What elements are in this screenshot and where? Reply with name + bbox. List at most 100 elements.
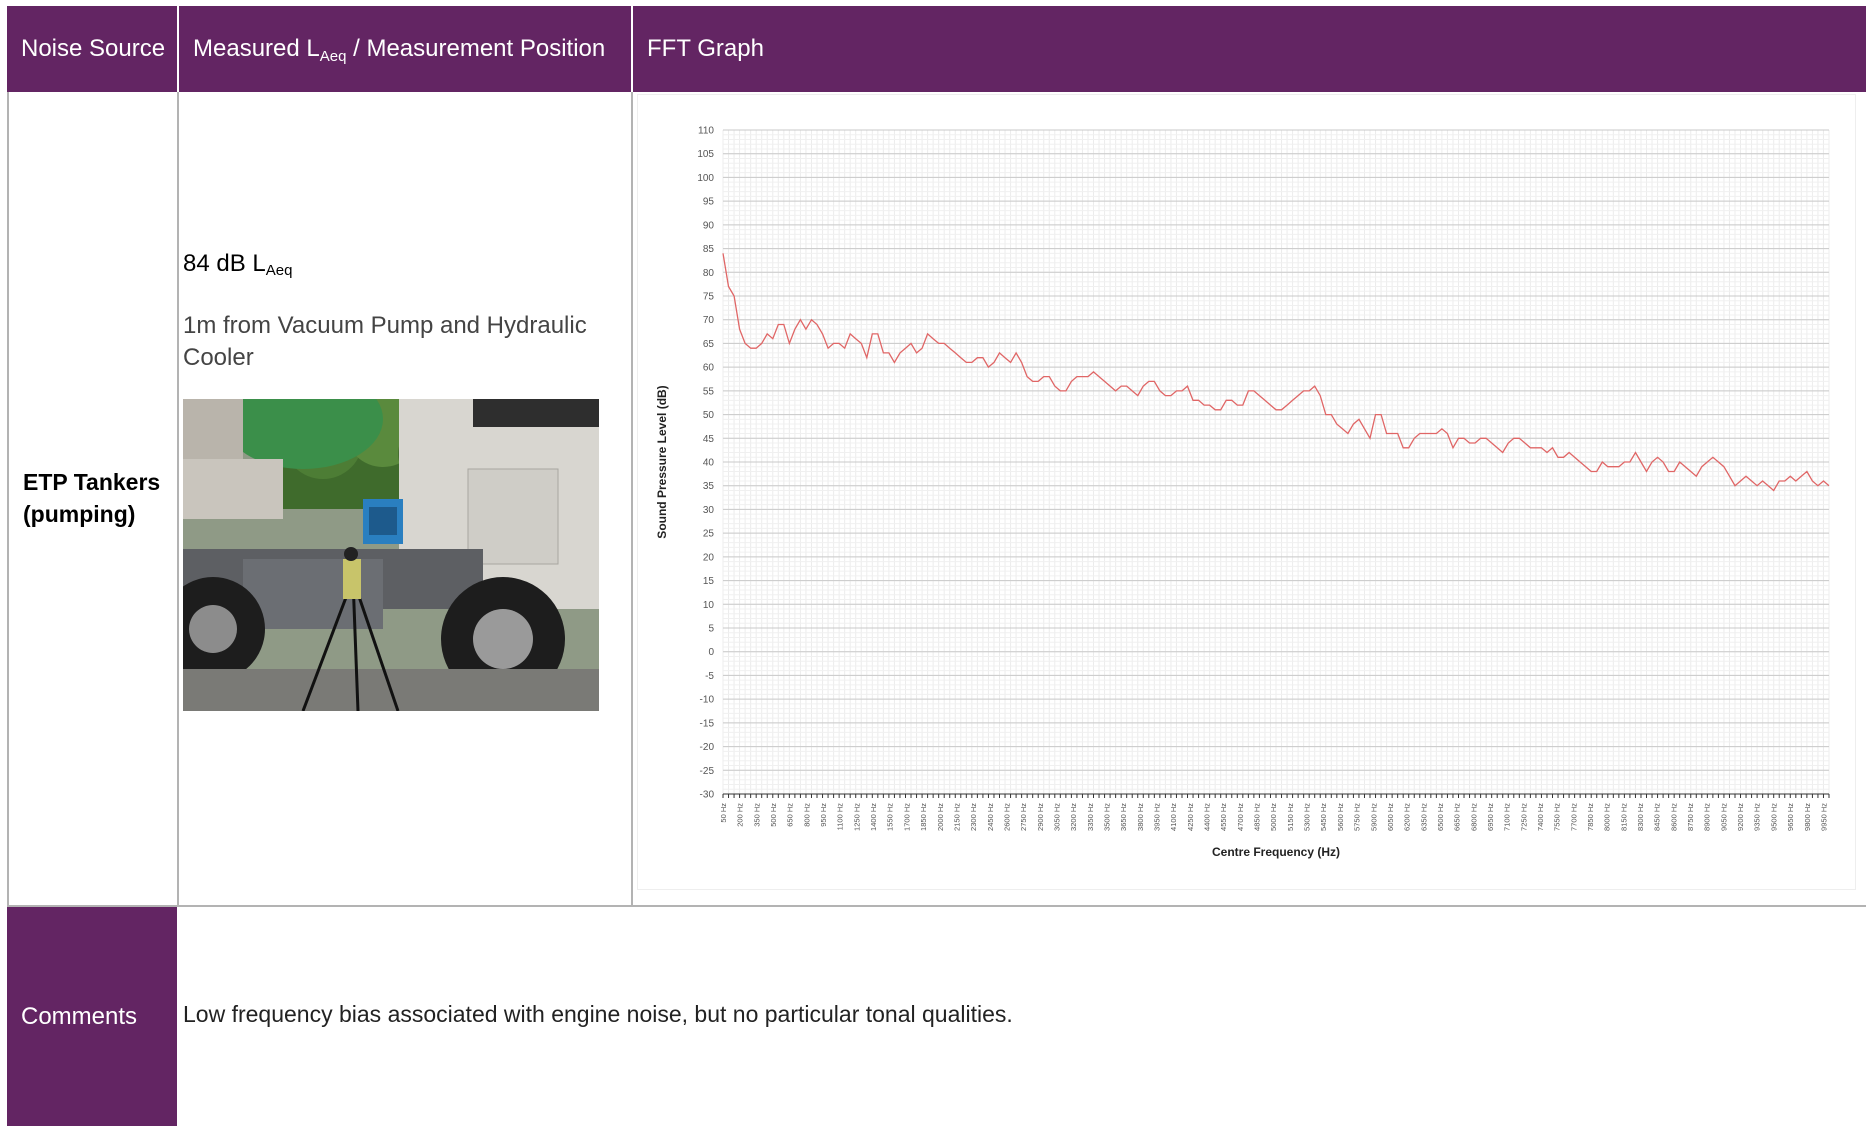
- y-axis-title: Sound Pressure Level (dB): [655, 385, 669, 538]
- measurement-photo: [183, 399, 599, 711]
- x-tick-label: 6800 Hz: [1469, 803, 1478, 831]
- x-tick-label: 5300 Hz: [1303, 803, 1312, 831]
- comments-label: Comments: [21, 1002, 138, 1030]
- header-measured-label: Measured LAeq / Measurement Position: [193, 35, 606, 65]
- y-tick-label: 10: [703, 600, 715, 611]
- x-tick-label: 5750 Hz: [1353, 803, 1362, 831]
- y-tick-label: 65: [703, 339, 715, 350]
- x-tick-label: 6350 Hz: [1419, 803, 1428, 831]
- fft-chart: -30 -25 -20 -15 -10 -5 0 5 10 15 20 25 30 35 40 45 50 55 6…: [637, 94, 1856, 890]
- y-tick-label: 5: [708, 624, 714, 635]
- y-tick-label: -20: [700, 742, 715, 753]
- x-tick-label: 6500 Hz: [1436, 803, 1445, 831]
- y-tick-label: 85: [703, 244, 715, 255]
- x-tick-label: 5450 Hz: [1319, 803, 1328, 831]
- x-tick-label: 8900 Hz: [1703, 803, 1712, 831]
- y-tick-label: 30: [703, 505, 715, 516]
- x-tick-label: 6950 Hz: [1486, 803, 1495, 831]
- x-tick-label: 4850 Hz: [1253, 803, 1262, 831]
- x-tick-label: 1400 Hz: [869, 803, 878, 831]
- x-tick-label: 4550 Hz: [1219, 803, 1228, 831]
- y-tick-label: 90: [703, 220, 715, 231]
- x-tick-label: 1250 Hz: [852, 803, 861, 831]
- noise-source-line1: ETP Tankers: [23, 469, 161, 495]
- y-tick-label: 110: [698, 126, 714, 137]
- x-tick-label: 6200 Hz: [1403, 803, 1412, 831]
- measurement-position: 1m from Vacuum Pump and Hydraulic Cooler: [183, 312, 587, 371]
- x-tick-label: 9650 Hz: [1786, 803, 1795, 831]
- y-tick-label: -15: [700, 718, 715, 729]
- x-tick-label: 2450 Hz: [986, 803, 995, 831]
- x-tick-label: 3050 Hz: [1052, 803, 1061, 831]
- noise-source-value: ETP Tankers (pumping): [23, 466, 173, 530]
- y-tick-label: 15: [703, 576, 715, 587]
- y-tick-label: 20: [703, 552, 715, 563]
- x-axis-title: Centre Frequency (Hz): [1212, 845, 1340, 859]
- x-tick-label: 3650 Hz: [1119, 803, 1128, 831]
- divider: [7, 92, 9, 906]
- x-tick-label: 3950 Hz: [1153, 803, 1162, 831]
- y-tick-label: 45: [703, 434, 715, 445]
- x-tick-label: 9200 Hz: [1736, 803, 1745, 831]
- x-tick-label: 4400 Hz: [1203, 803, 1212, 831]
- x-tick-label: 8600 Hz: [1669, 803, 1678, 831]
- x-tick-label: 8150 Hz: [1619, 803, 1628, 831]
- x-tick-label: 1100 Hz: [836, 803, 845, 831]
- x-tick-label: 7250 Hz: [1519, 803, 1528, 831]
- x-tick-label: 5600 Hz: [1336, 803, 1345, 831]
- x-tick-label: 3500 Hz: [1102, 803, 1111, 831]
- y-tick-label: 35: [703, 481, 715, 492]
- comments-text: Low frequency bias associated with engin…: [183, 1001, 1013, 1027]
- x-tick-label: 3200 Hz: [1069, 803, 1078, 831]
- x-tick-label: 7850 Hz: [1586, 803, 1595, 831]
- y-tick-label: 100: [697, 173, 714, 184]
- y-tick-label: 75: [703, 292, 715, 303]
- y-tick-label: 105: [697, 149, 714, 160]
- divider: [631, 92, 633, 906]
- y-tick-label: 60: [703, 363, 715, 374]
- y-tick-label: -25: [700, 766, 715, 777]
- x-tick-label: 8450 Hz: [1653, 803, 1662, 831]
- x-tick-label: 7400 Hz: [1536, 803, 1545, 831]
- noise-source-line2: (pumping): [23, 501, 136, 527]
- y-tick-label: 55: [703, 386, 715, 397]
- x-tick-label: 1700 Hz: [902, 803, 911, 831]
- x-tick-label: 4100 Hz: [1169, 803, 1178, 831]
- y-tick-label: -30: [700, 790, 715, 801]
- x-tick-label: 2750 Hz: [1019, 803, 1028, 831]
- x-tick-label: 8300 Hz: [1636, 803, 1645, 831]
- tanker-photo-illustration: [183, 399, 599, 711]
- x-tick-label: 200 Hz: [736, 803, 745, 827]
- x-tick-label: 650 Hz: [786, 803, 795, 827]
- x-tick-label: 2300 Hz: [969, 803, 978, 831]
- x-tick-label: 1850 Hz: [919, 803, 928, 831]
- x-tick-label: 6650 Hz: [1453, 803, 1462, 831]
- x-tick-label: 7700 Hz: [1569, 803, 1578, 831]
- x-tick-label: 9800 Hz: [1803, 803, 1812, 831]
- header-fft-graph-label: FFT Graph: [647, 35, 764, 62]
- y-tick-label: 70: [703, 315, 715, 326]
- x-tick-label: 3800 Hz: [1136, 803, 1145, 831]
- divider: [177, 92, 179, 906]
- x-tick-label: 2600 Hz: [1002, 803, 1011, 831]
- x-tick-label: 3350 Hz: [1086, 803, 1095, 831]
- fft-chart-svg: -30 -25 -20 -15 -10 -5 0 5 10 15 20 25 30 35 40 45 50 55 6…: [655, 126, 1830, 859]
- divider: [7, 905, 1866, 907]
- x-tick-label: 50 Hz: [719, 803, 728, 823]
- y-tick-label: -5: [705, 671, 714, 682]
- x-tick-label: 6050 Hz: [1386, 803, 1395, 831]
- comments-label-cell: Comments: [7, 907, 177, 1126]
- x-tick-label: 4250 Hz: [1186, 803, 1195, 831]
- x-tick-label: 2900 Hz: [1036, 803, 1045, 831]
- x-tick-label: 2000 Hz: [936, 803, 945, 831]
- y-tick-label: -10: [700, 695, 715, 706]
- x-tick-label: 350 Hz: [752, 803, 761, 827]
- x-tick-label: 4700 Hz: [1236, 803, 1245, 831]
- x-tick-label: 5150 Hz: [1286, 803, 1295, 831]
- x-tick-label: 950 Hz: [819, 803, 828, 827]
- x-tick-label: 800 Hz: [802, 803, 811, 827]
- y-tick-label: 95: [703, 197, 715, 208]
- y-tick-label: 40: [703, 458, 715, 469]
- x-tick-label: 9350 Hz: [1753, 803, 1762, 831]
- y-tick-label: 0: [708, 647, 714, 658]
